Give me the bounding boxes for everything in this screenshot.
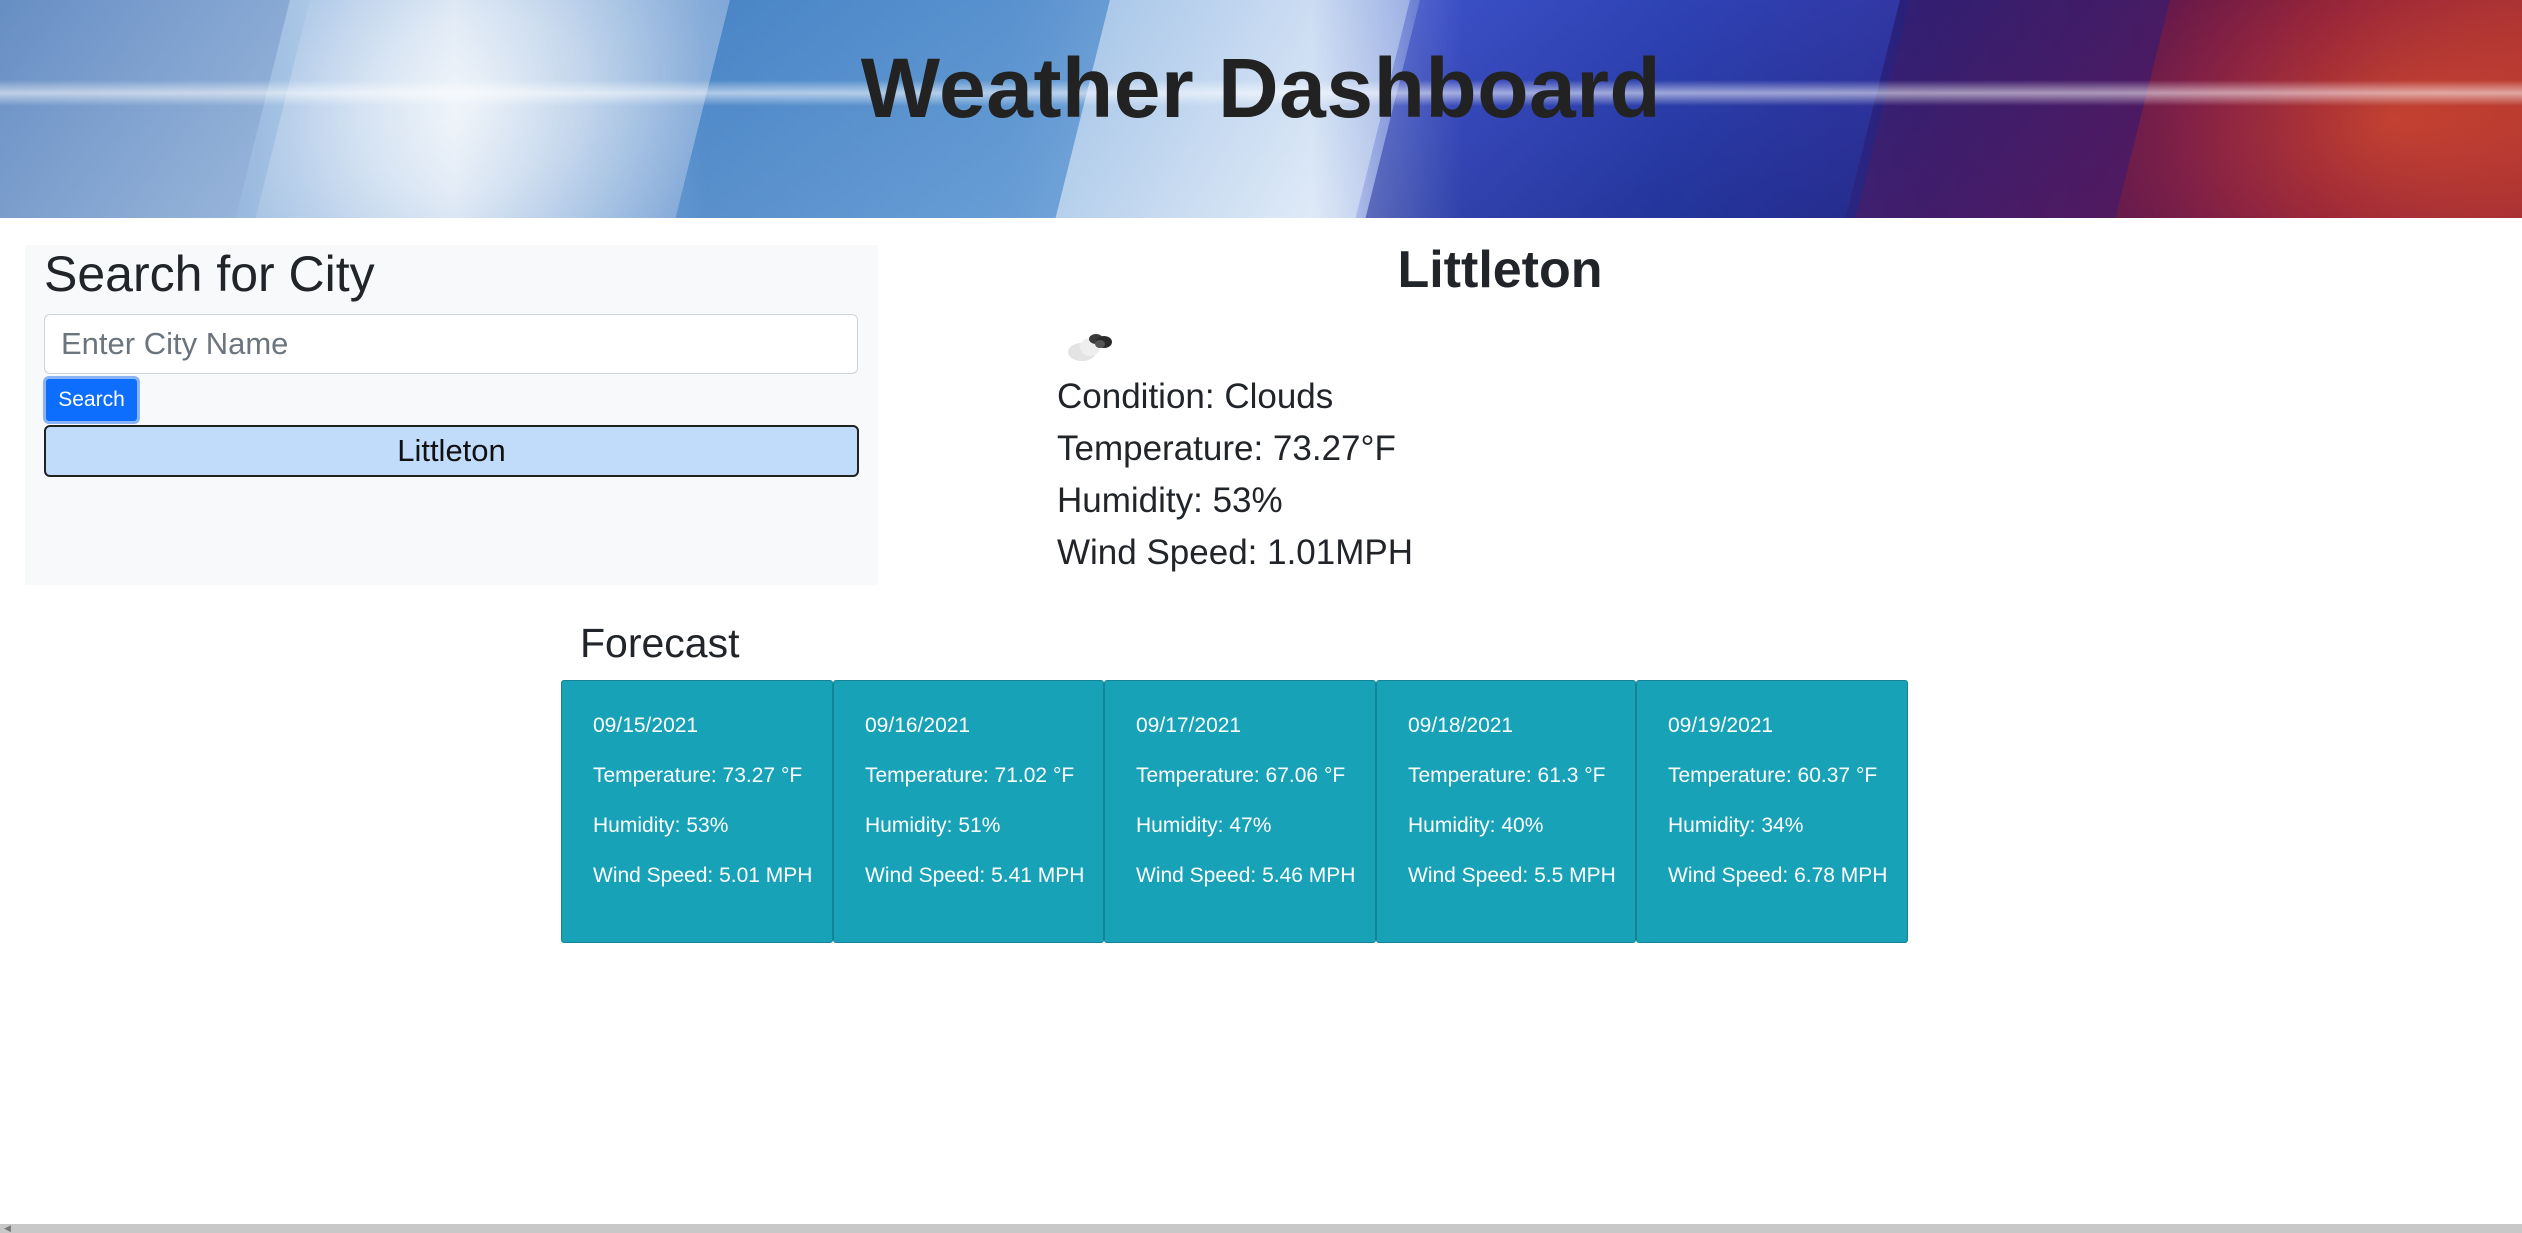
horizontal-scrollbar[interactable] bbox=[0, 1224, 2522, 1233]
history-city-button[interactable]: Littleton bbox=[44, 425, 859, 477]
page-title: Weather Dashboard bbox=[860, 41, 1662, 135]
forecast-temperature: Temperature: 60.37 °F bbox=[1668, 764, 1878, 787]
forecast-temperature: Temperature: 61.3 °F bbox=[1408, 764, 1606, 787]
forecast-wind-speed: Wind Speed: 5.46 MPH bbox=[1136, 864, 1356, 887]
forecast-date: 09/19/2021 bbox=[1668, 714, 1774, 737]
forecast-card: 09/16/2021 Temperature: 71.02 °F Humidit… bbox=[833, 680, 1104, 943]
search-button[interactable]: Search bbox=[43, 376, 140, 424]
forecast-humidity: Humidity: 34% bbox=[1668, 814, 1804, 837]
forecast-wind-speed: Wind Speed: 5.01 MPH bbox=[593, 864, 813, 887]
forecast-humidity: Humidity: 51% bbox=[865, 814, 1001, 837]
forecast-card: 09/17/2021 Temperature: 67.06 °F Humidit… bbox=[1104, 680, 1376, 943]
current-city-name: Littleton bbox=[1397, 241, 1603, 299]
search-panel: Search for City Search Littleton bbox=[25, 245, 878, 585]
forecast-date: 09/17/2021 bbox=[1136, 714, 1242, 737]
forecast-wind-speed: Wind Speed: 6.78 MPH bbox=[1668, 864, 1888, 887]
forecast-temperature: Temperature: 71.02 °F bbox=[865, 764, 1075, 787]
forecast-card: 09/18/2021 Temperature: 61.3 °F Humidity… bbox=[1376, 680, 1636, 943]
forecast-date: 09/18/2021 bbox=[1408, 714, 1514, 737]
header-banner: Weather Dashboard bbox=[0, 0, 2522, 218]
clouds-icon bbox=[1068, 334, 1112, 361]
scroll-left-arrow-icon[interactable]: ◀ bbox=[4, 1224, 12, 1233]
forecast-humidity: Humidity: 53% bbox=[593, 814, 729, 837]
city-search-input[interactable] bbox=[44, 314, 858, 374]
current-wind-speed: Wind Speed: 1.01MPH bbox=[1057, 533, 1414, 572]
current-condition: Condition: Clouds bbox=[1057, 377, 1334, 416]
forecast-wind-speed: Wind Speed: 5.5 MPH bbox=[1408, 864, 1616, 887]
forecast-temperature: Temperature: 67.06 °F bbox=[1136, 764, 1346, 787]
forecast-humidity: Humidity: 47% bbox=[1136, 814, 1272, 837]
forecast-date: 09/15/2021 bbox=[593, 714, 699, 737]
search-heading: Search for City bbox=[44, 246, 375, 302]
forecast-title: Forecast bbox=[580, 620, 740, 666]
forecast-card: 09/19/2021 Temperature: 60.37 °F Humidit… bbox=[1636, 680, 1908, 943]
forecast-card: 09/15/2021 Temperature: 73.27 °F Humidit… bbox=[561, 680, 833, 943]
forecast-wind-speed: Wind Speed: 5.41 MPH bbox=[865, 864, 1085, 887]
forecast-temperature: Temperature: 73.27 °F bbox=[593, 764, 803, 787]
current-temperature: Temperature: 73.27°F bbox=[1057, 429, 1396, 468]
forecast-humidity: Humidity: 40% bbox=[1408, 814, 1544, 837]
forecast-date: 09/16/2021 bbox=[865, 714, 971, 737]
current-humidity: Humidity: 53% bbox=[1057, 481, 1283, 520]
